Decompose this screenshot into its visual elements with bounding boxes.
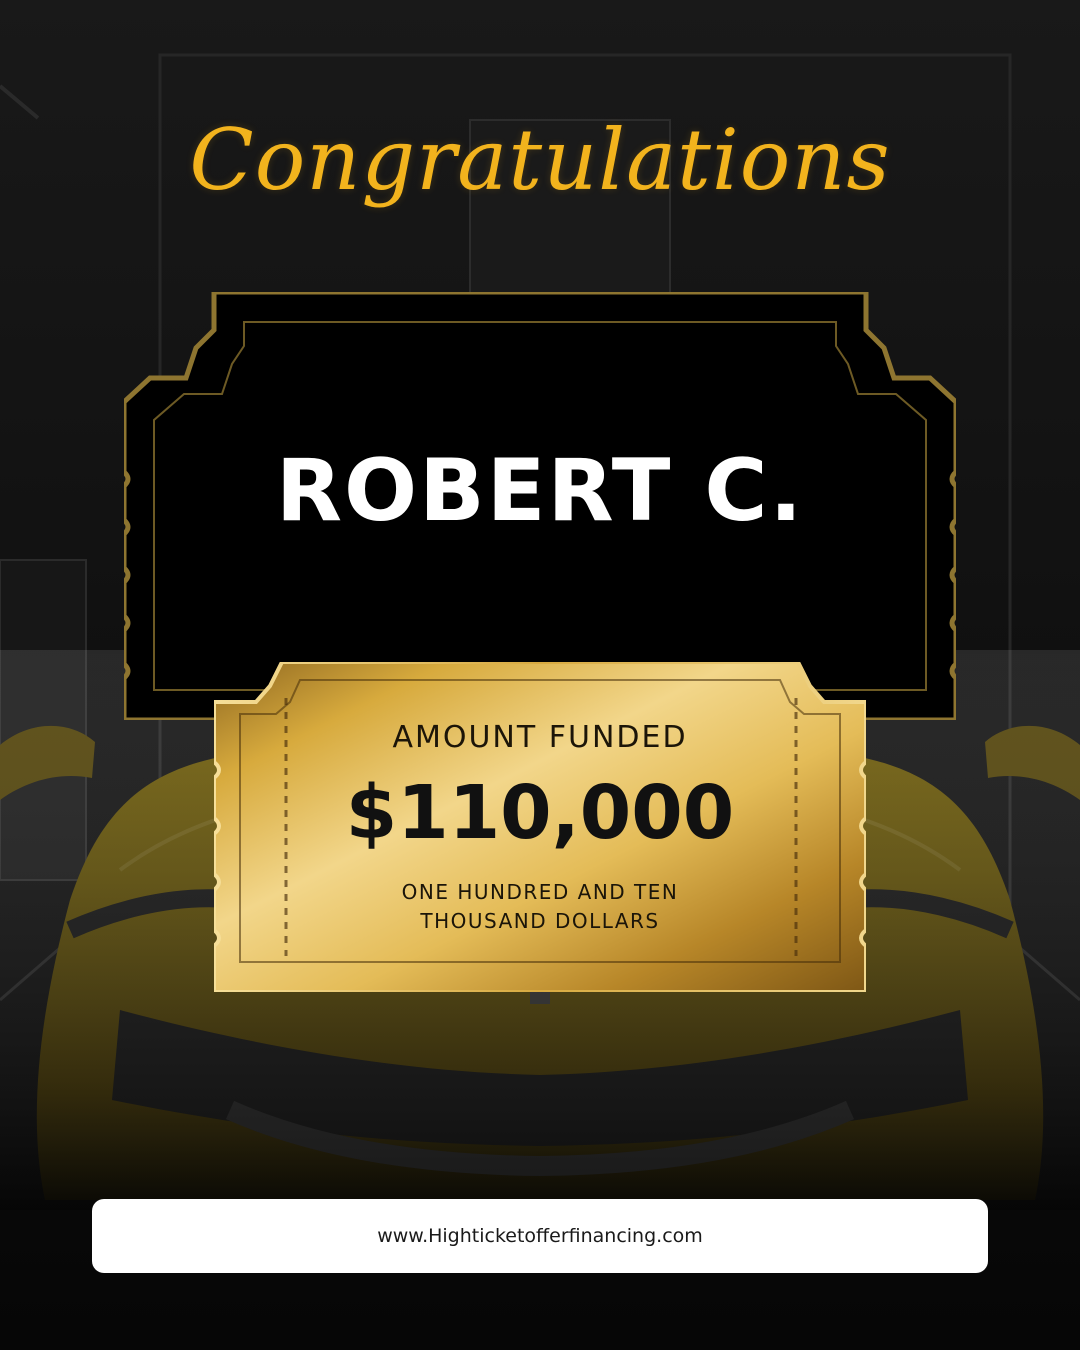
congratulations-graphic: Congratulations ROBERT C. AMOUNT FUNDED … bbox=[0, 0, 1080, 1350]
amount-in-words: ONE HUNDRED AND TEN THOUSAND DOLLARS bbox=[214, 878, 866, 936]
amount-words-line-2: THOUSAND DOLLARS bbox=[420, 909, 660, 933]
recipient-name: ROBERT C. bbox=[275, 441, 805, 541]
amount-funded-label: AMOUNT FUNDED bbox=[392, 720, 688, 755]
amount-funded-value: $110,000 bbox=[345, 770, 735, 856]
amount-words-line-1: ONE HUNDRED AND TEN bbox=[401, 880, 679, 904]
footer-banner: www.Highticketofferfinancing.com bbox=[92, 1199, 988, 1273]
website-link[interactable]: www.Highticketofferfinancing.com bbox=[377, 1226, 703, 1246]
congratulations-headline: Congratulations bbox=[189, 111, 891, 209]
